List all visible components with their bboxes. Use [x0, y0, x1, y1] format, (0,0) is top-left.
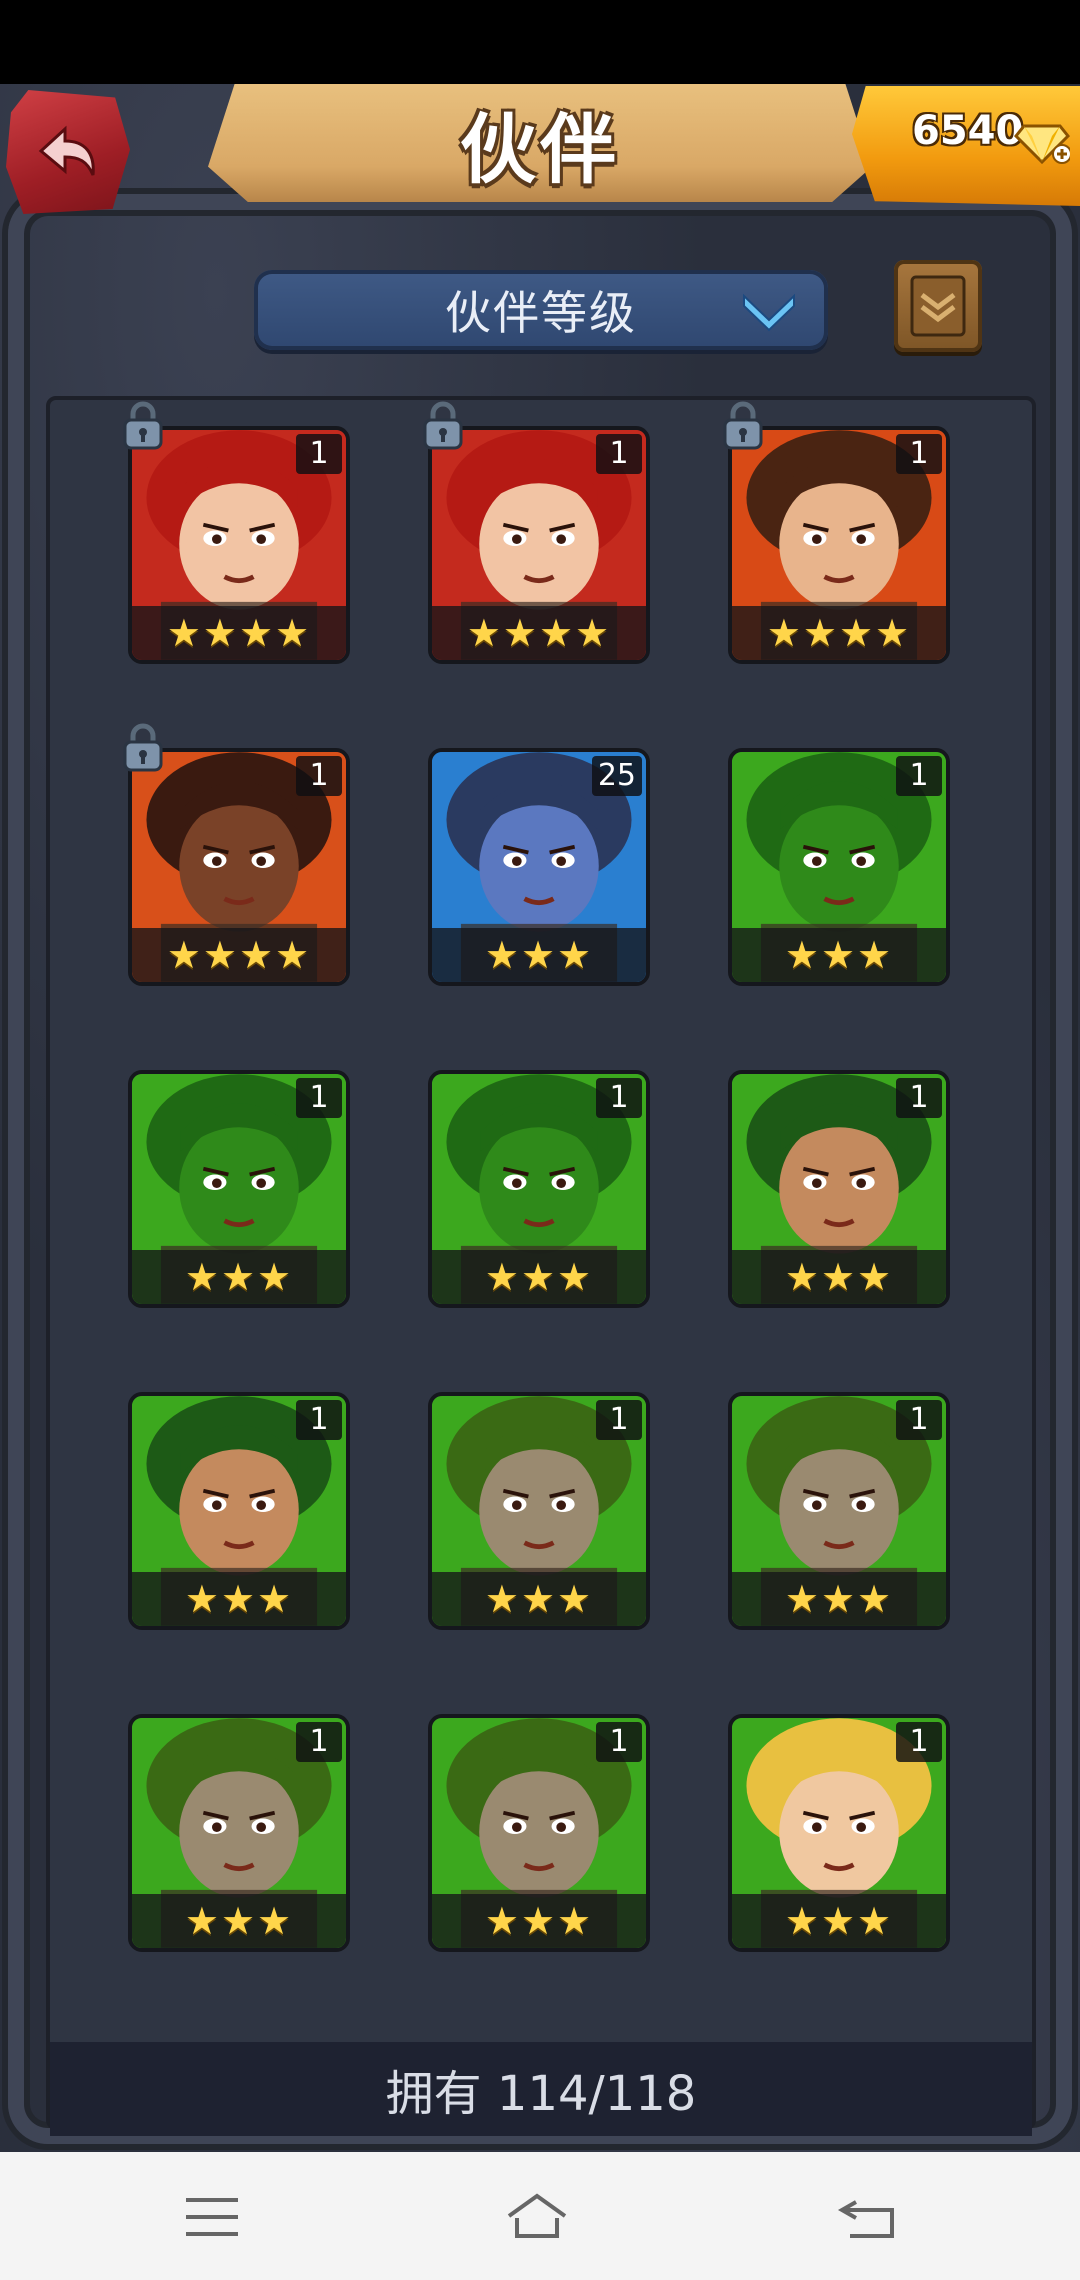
hero-stars: ★★★	[432, 1894, 646, 1948]
hero-card[interactable]: 1 ★★★★	[428, 426, 650, 664]
hero-stars: ★★★	[132, 1894, 346, 1948]
back-button[interactable]	[6, 90, 130, 214]
gem-count: 6540	[912, 108, 1024, 154]
hero-level: 1	[596, 1722, 642, 1762]
page-title: 伙伴	[460, 105, 620, 194]
lock-icon	[123, 723, 163, 772]
chevron-down-icon	[743, 293, 795, 332]
hero-card[interactable]: 1 ★★★	[428, 1714, 650, 1952]
hero-level: 1	[896, 434, 942, 474]
hero-level: 25	[591, 756, 642, 796]
hero-stars: ★★★	[132, 1250, 346, 1304]
hero-card[interactable]: 1 ★★★★	[728, 426, 950, 664]
hero-stars: ★★★	[732, 1250, 946, 1304]
hero-card[interactable]: 1 ★★★	[728, 1392, 950, 1630]
hero-level: 1	[296, 756, 342, 796]
hero-card[interactable]: 1 ★★★	[728, 748, 950, 986]
hero-stars: ★★★	[732, 928, 946, 982]
hero-card[interactable]: 1 ★★★★	[128, 426, 350, 664]
return-icon[interactable]	[836, 2192, 900, 2242]
hero-card[interactable]: 1 ★★★	[728, 1070, 950, 1308]
sort-dropdown[interactable]: 伙伴等级	[254, 270, 828, 350]
home-icon[interactable]	[505, 2192, 569, 2242]
owned-count: 拥有 114/118	[385, 2066, 697, 2122]
lock-icon	[423, 401, 463, 450]
owned-bar: 拥有 114/118	[50, 2042, 1032, 2136]
hero-level: 1	[896, 1722, 942, 1762]
hero-level: 1	[296, 1078, 342, 1118]
hero-level: 1	[296, 1400, 342, 1440]
hero-level: 1	[596, 1078, 642, 1118]
diamond-icon	[1014, 124, 1070, 165]
title-banner: 伙伴	[208, 84, 872, 202]
hero-card[interactable]: 25 ★★★	[428, 748, 650, 986]
hero-stars: ★★★	[132, 1572, 346, 1626]
hero-level: 1	[296, 434, 342, 474]
hero-card[interactable]: 1 ★★★★	[128, 748, 350, 986]
hero-card[interactable]: 1 ★★★	[128, 1714, 350, 1952]
hero-stars: ★★★	[432, 1572, 646, 1626]
hero-stars: ★★★	[432, 928, 646, 982]
lock-icon	[723, 401, 763, 450]
hero-stars: ★★★★	[732, 606, 946, 660]
hero-card[interactable]: 1 ★★★	[128, 1392, 350, 1630]
hero-level: 1	[896, 756, 942, 796]
hero-stars: ★★★★	[132, 928, 346, 982]
hero-level: 1	[896, 1400, 942, 1440]
hero-card[interactable]: 1 ★★★	[728, 1714, 950, 1952]
hero-stars: ★★★★	[432, 606, 646, 660]
hero-level: 1	[596, 434, 642, 474]
sort-label: 伙伴等级	[445, 286, 637, 340]
hero-stars: ★★★	[732, 1572, 946, 1626]
hero-stars: ★★★	[432, 1250, 646, 1304]
book-icon	[910, 275, 966, 337]
hero-stars: ★★★	[732, 1894, 946, 1948]
game-screen: 伙伴 6540 伙伴等级 1 ★★★★ 1 ★★★★ 1 ★★★★ 1 ★★★★ 25 ★★★ 1 ★…	[0, 84, 1080, 2152]
back-arrow-icon	[38, 125, 95, 176]
collection-book-button[interactable]	[894, 260, 982, 352]
hero-level: 1	[596, 1400, 642, 1440]
lock-icon	[123, 401, 163, 450]
hero-card[interactable]: 1 ★★★	[128, 1070, 350, 1308]
system-nav-bar	[0, 2152, 1080, 2280]
hero-card[interactable]: 1 ★★★	[428, 1392, 650, 1630]
hero-stars: ★★★★	[132, 606, 346, 660]
gem-counter[interactable]: 6540	[852, 86, 1080, 206]
menu-icon[interactable]	[180, 2192, 244, 2242]
status-bar	[0, 0, 1080, 84]
hero-card[interactable]: 1 ★★★	[428, 1070, 650, 1308]
hero-level: 1	[896, 1078, 942, 1118]
hero-level: 1	[296, 1722, 342, 1762]
